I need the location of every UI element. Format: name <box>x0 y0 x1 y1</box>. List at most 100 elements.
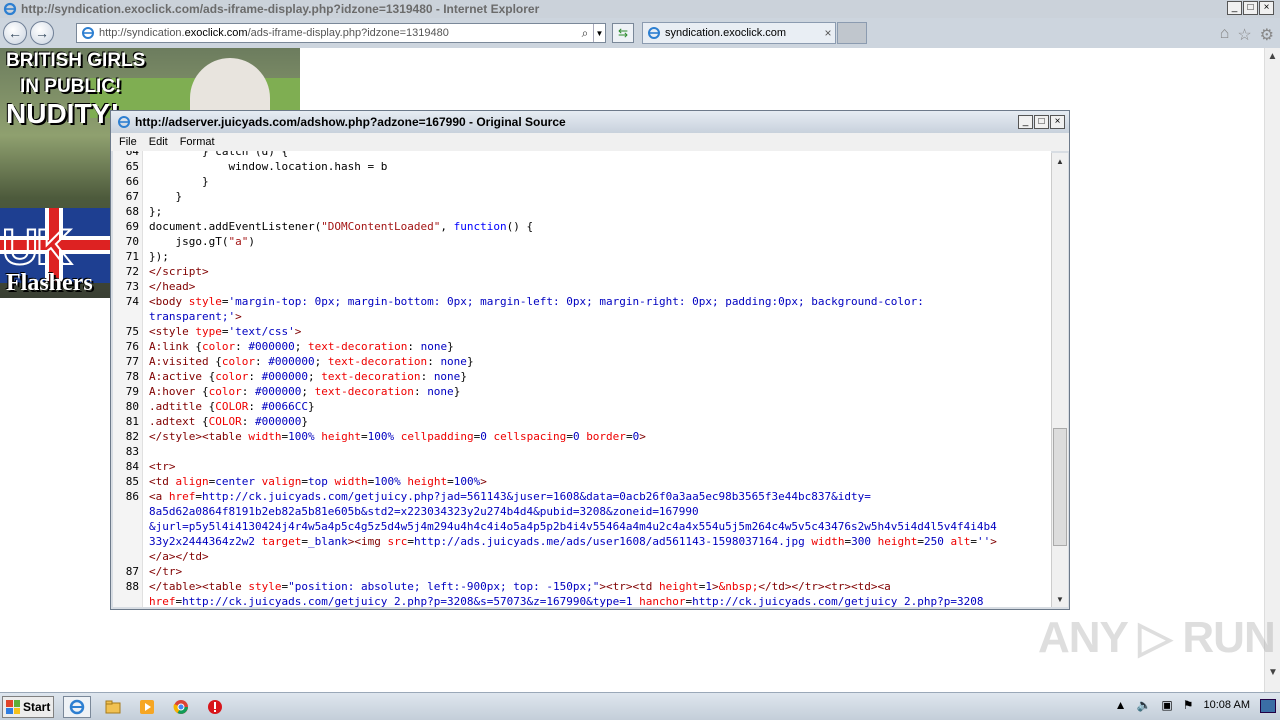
windows-logo-icon <box>6 700 20 714</box>
volume-icon[interactable]: 🔈 <box>1136 698 1151 712</box>
back-arrow-icon: ← <box>8 25 22 41</box>
ie-logo-icon <box>118 116 130 128</box>
taskbar-ie-button[interactable] <box>63 696 91 718</box>
source-menubar: File Edit Format <box>111 133 1069 151</box>
start-label: Start <box>23 700 51 714</box>
code-line: 73 </head> <box>125 280 196 293</box>
search-icon[interactable]: ⌕ <box>577 26 593 41</box>
new-tab-button[interactable] <box>837 22 867 44</box>
menu-file[interactable]: File <box>119 136 137 148</box>
restore-button[interactable]: □ <box>1243 1 1258 15</box>
refresh-icon: ⇆ <box>617 26 629 40</box>
ad-brand: Flashers <box>6 270 93 296</box>
browser-toolbar-icons: ⌂ ☆ ⚙ <box>1220 25 1274 45</box>
source-scroll-thumb[interactable] <box>1053 428 1067 546</box>
source-minimize-button[interactable]: _ <box>1018 115 1033 129</box>
close-window-button[interactable]: × <box>1259 1 1274 15</box>
source-window-controls: _ □ × <box>1018 115 1065 129</box>
stop-icon <box>208 700 222 714</box>
close-tab-icon[interactable]: × <box>821 26 835 40</box>
source-window-title: http://adserver.juicyads.com/adshow.php?… <box>135 115 566 129</box>
code-line: 71}); <box>125 250 169 263</box>
ad-headline-3: NUDITY! <box>6 98 120 129</box>
code-line: href=http://ck.juicyads.com/getjuicy_2.p… <box>149 595 984 607</box>
source-maximize-button[interactable]: □ <box>1034 115 1049 129</box>
code-line: 78 A:active {color: #000000; text-decorat… <box>125 370 467 383</box>
forward-arrow-icon: → <box>35 25 49 41</box>
view-source-window: http://adserver.juicyads.com/adshow.php?… <box>110 110 1070 610</box>
page-icon <box>82 27 94 39</box>
source-code: 64 } catch (d) { 65 window.location.hash… <box>113 151 1051 607</box>
menu-edit[interactable]: Edit <box>149 136 168 148</box>
media-player-icon <box>140 700 154 714</box>
taskbar: Start ▲ 🔈 ▣ ⚑ 10:08 AM <box>0 692 1280 720</box>
code-line: 33y2x2444364z2w2 target=_blank><img src=… <box>149 535 997 548</box>
source-scrollbar[interactable]: ▲ ▼ <box>1051 153 1068 607</box>
tools-gear-icon[interactable]: ⚙ <box>1260 25 1274 45</box>
minimize-button[interactable]: _ <box>1227 1 1242 15</box>
code-line: 85 <td align=center valign=top width=100%… <box>125 475 487 488</box>
code-line: </a></td> <box>149 550 209 563</box>
code-line: 84 <tr> <box>125 460 176 473</box>
taskbar-media-player-button[interactable] <box>133 696 161 718</box>
scroll-up-icon[interactable]: ▲ <box>1265 48 1280 64</box>
address-dropdown-icon[interactable]: ▼ <box>593 24 605 42</box>
action-center-flag-icon[interactable]: ⚑ <box>1183 698 1194 712</box>
chrome-icon <box>173 700 188 714</box>
ad-headline-1: BRITISH GIRLS <box>6 50 146 71</box>
tab-title: syndication.exoclick.com <box>665 27 787 39</box>
menu-format[interactable]: Format <box>180 136 215 148</box>
source-scroll-down-icon[interactable]: ▼ <box>1052 591 1068 607</box>
ie-logo-icon <box>3 2 17 16</box>
start-button[interactable]: Start <box>2 696 54 718</box>
page-scrollbar[interactable]: ▲ ▼ <box>1264 48 1280 692</box>
refresh-button[interactable]: ⇆ <box>612 23 634 43</box>
code-line: 76 A:link {color: #000000; text-decoratio… <box>125 340 454 353</box>
code-line: 86 <a href=http://ck.juicyads.com/getjuic… <box>125 490 871 503</box>
network-icon[interactable]: ▣ <box>1161 698 1172 712</box>
clock[interactable]: 10:08 AM <box>1204 699 1250 711</box>
code-line: 79 A:hover {color: #000000; text-decorati… <box>125 385 461 398</box>
tray-expand-icon[interactable]: ▲ <box>1115 698 1127 712</box>
taskbar-chrome-button[interactable] <box>167 696 195 718</box>
code-line: 87 </tr> <box>125 565 183 578</box>
home-icon[interactable]: ⌂ <box>1220 25 1230 45</box>
scroll-down-icon[interactable]: ▼ <box>1265 664 1280 680</box>
taskbar-app-button[interactable] <box>201 696 229 718</box>
code-line: 88 </table><table style="position: absolu… <box>125 580 891 593</box>
code-line: 74 <body style='margin-top: 0px; margin-b… <box>125 295 924 308</box>
code-line: 69 document.addEventListener("DOMContentL… <box>125 220 534 233</box>
code-line: 75 <style type='text/css'> <box>125 325 302 338</box>
address-bar[interactable]: http://syndication.exoclick.com/ads-ifra… <box>76 23 606 43</box>
forward-button[interactable]: → <box>30 21 54 45</box>
browser-title: http://syndication.exoclick.com/ads-ifra… <box>21 2 540 16</box>
ad-uk-text: UK <box>1 218 73 276</box>
folder-icon <box>105 700 121 714</box>
code-line: 68}; <box>125 205 163 218</box>
code-line: transparent;'> <box>149 310 242 323</box>
code-line: 77 A:visited {color: #000000; text-decora… <box>125 355 474 368</box>
favorites-icon[interactable]: ☆ <box>1237 25 1251 45</box>
browser-navbar: ← → http://syndication.exoclick.com/ads-… <box>0 18 1280 48</box>
code-line: 67 } <box>125 190 183 203</box>
system-tray: ▲ 🔈 ▣ ⚑ 10:08 AM <box>1115 698 1250 712</box>
browser-tab[interactable]: syndication.exoclick.com × <box>642 22 836 44</box>
ad-headline-2: IN PUBLIC! <box>20 76 122 97</box>
code-line: 81 .adtext {COLOR: #000000} <box>125 415 308 428</box>
address-url[interactable]: http://syndication.exoclick.com/ads-ifra… <box>99 27 577 39</box>
taskbar-explorer-button[interactable] <box>99 696 127 718</box>
code-line: 80 .adtitle {COLOR: #0066CC} <box>125 400 315 413</box>
anyrun-watermark: ANY ▷ RUN <box>1038 613 1276 662</box>
show-desktop-button[interactable] <box>1260 699 1276 713</box>
back-button[interactable]: ← <box>3 21 27 45</box>
source-close-button[interactable]: × <box>1050 115 1065 129</box>
browser-window-controls: _ □ × <box>1227 1 1274 15</box>
ie-taskbar-icon <box>69 699 85 715</box>
source-window-titlebar[interactable]: http://adserver.juicyads.com/adshow.php?… <box>111 111 1069 133</box>
browser-titlebar: http://syndication.exoclick.com/ads-ifra… <box>0 0 1280 18</box>
code-line: 70 jsgo.gT("a") <box>125 235 255 248</box>
source-editor[interactable]: 64 } catch (d) { 65 window.location.hash… <box>113 151 1051 607</box>
code-line: 82 </style><table width=100% height=100% … <box>125 430 646 443</box>
code-line: 8a5d62a0864f8191b2eb82a5b81e605b&std2=x2… <box>149 505 699 518</box>
source-scroll-up-icon[interactable]: ▲ <box>1052 153 1068 169</box>
